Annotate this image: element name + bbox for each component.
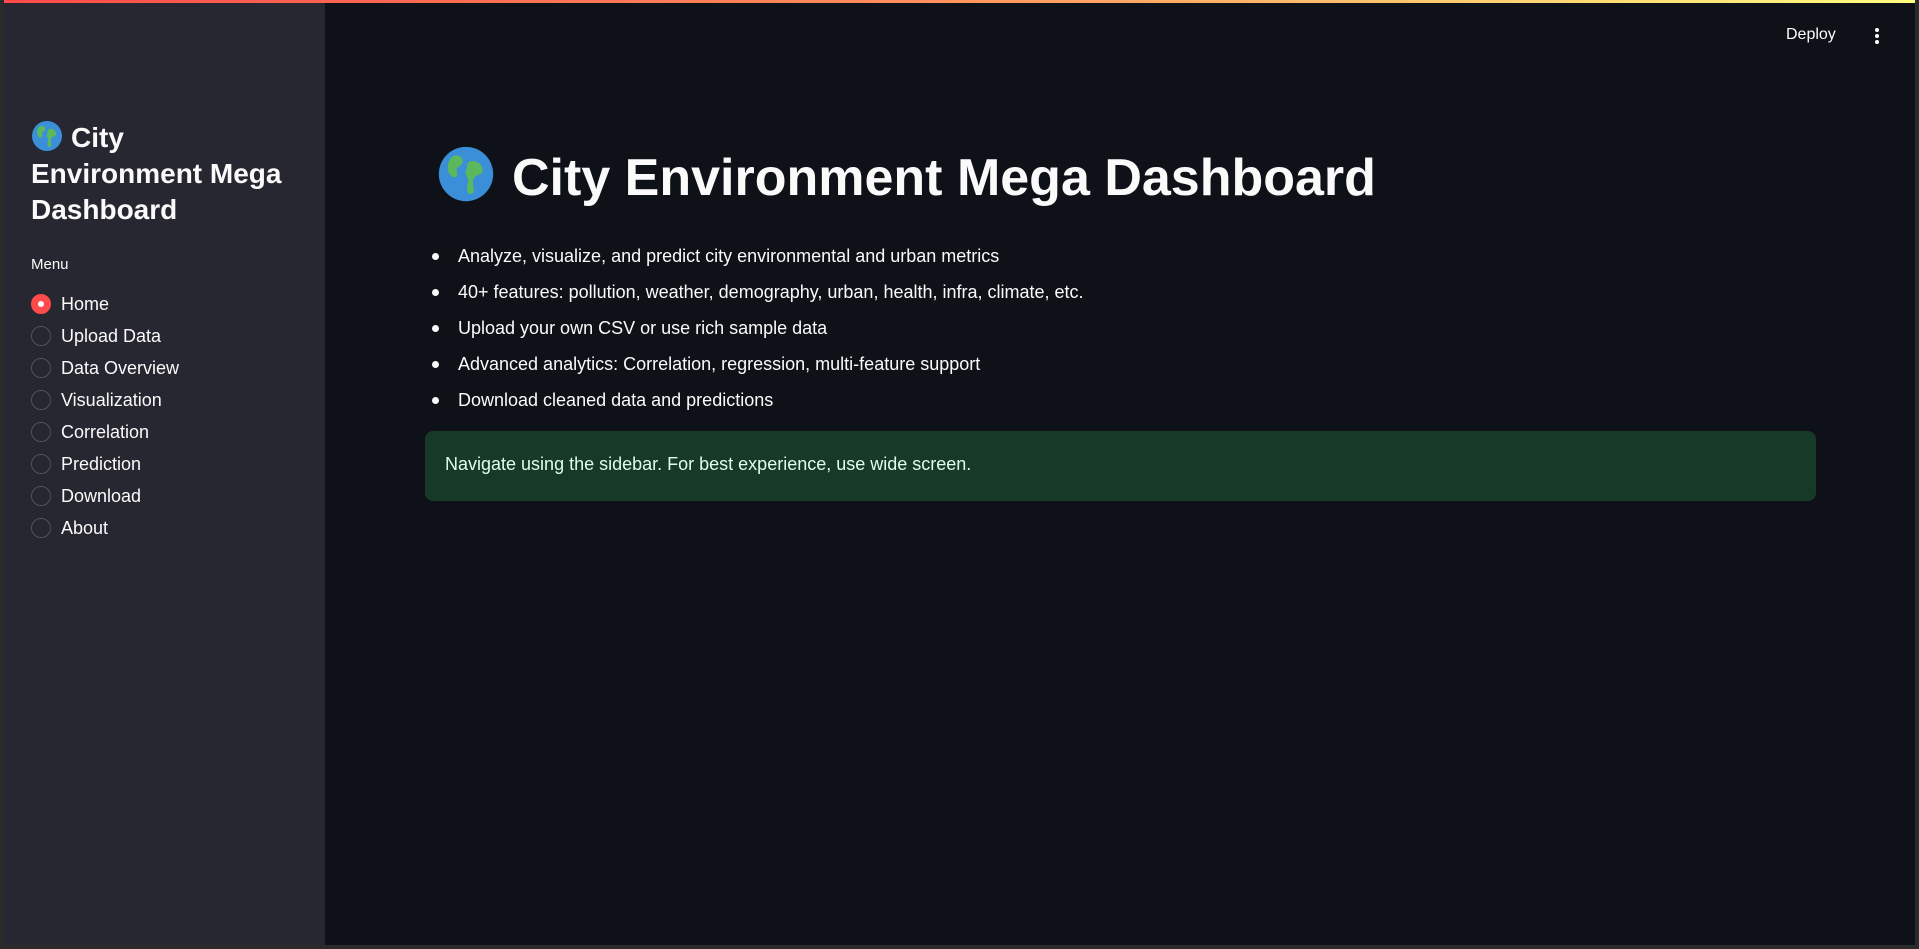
menu-item-download[interactable]: Download xyxy=(31,480,179,512)
sidebar-title-text: City Environment Mega Dashboard xyxy=(31,122,282,225)
menu-item-home[interactable]: Home xyxy=(31,288,179,320)
menu-item-label: Correlation xyxy=(61,421,150,442)
menu-label: Menu xyxy=(31,256,69,273)
list-item: Analyze, visualize, and predict city env… xyxy=(429,238,1084,274)
menu-item-label: Download xyxy=(61,485,142,506)
menu-item-prediction[interactable]: Prediction xyxy=(31,448,179,480)
menu-item-visualization[interactable]: Visualization xyxy=(31,384,179,416)
menu-item-label: Data Overview xyxy=(61,357,180,378)
list-item: Download cleaned data and predictions xyxy=(429,382,1084,418)
radio-icon[interactable] xyxy=(31,390,51,410)
page-title-text: City Environment Mega Dashboard xyxy=(512,149,1376,207)
list-item: 40+ features: pollution, weather, demogr… xyxy=(429,274,1084,310)
sidebar: City Environment Mega Dashboard Menu Hom… xyxy=(4,3,325,945)
menu-item-label: Prediction xyxy=(61,453,142,474)
menu-item-label: About xyxy=(61,517,109,538)
radio-icon[interactable] xyxy=(31,454,51,474)
radio-icon[interactable] xyxy=(31,326,51,346)
deploy-button[interactable]: Deploy xyxy=(1786,26,1836,44)
feature-list: Analyze, visualize, and predict city env… xyxy=(429,238,1084,418)
radio-icon[interactable] xyxy=(31,422,51,442)
radio-icon[interactable] xyxy=(31,518,51,538)
page-title: City Environment Mega Dashboard xyxy=(437,145,1376,209)
radio-selected-icon[interactable] xyxy=(31,294,51,314)
radio-icon[interactable] xyxy=(31,358,51,378)
menu-item-upload-data[interactable]: Upload Data xyxy=(31,320,179,352)
menu-item-label: Upload Data xyxy=(61,325,162,346)
info-message-text: Navigate using the sidebar. For best exp… xyxy=(445,454,972,474)
menu-item-about[interactable]: About xyxy=(31,512,179,544)
vertical-ellipsis-icon[interactable] xyxy=(1871,26,1883,50)
menu-item-label: Home xyxy=(61,293,110,314)
info-message-box: Navigate using the sidebar. For best exp… xyxy=(425,431,1816,501)
list-item: Upload your own CSV or use rich sample d… xyxy=(429,310,1084,346)
menu-item-data-overview[interactable]: Data Overview xyxy=(31,352,179,384)
globe-icon xyxy=(32,121,62,151)
menu-item-correlation[interactable]: Correlation xyxy=(31,416,179,448)
radio-icon[interactable] xyxy=(31,486,51,506)
globe-icon xyxy=(438,146,494,202)
menu-radio-group: Home Upload Data Data Overview Visualiza… xyxy=(31,288,179,544)
menu-item-label: Visualization xyxy=(61,389,162,410)
list-item: Advanced analytics: Correlation, regress… xyxy=(429,346,1084,382)
app-window: City Environment Mega Dashboard Menu Hom… xyxy=(4,0,1915,945)
sidebar-title: City Environment Mega Dashboard xyxy=(31,120,301,228)
